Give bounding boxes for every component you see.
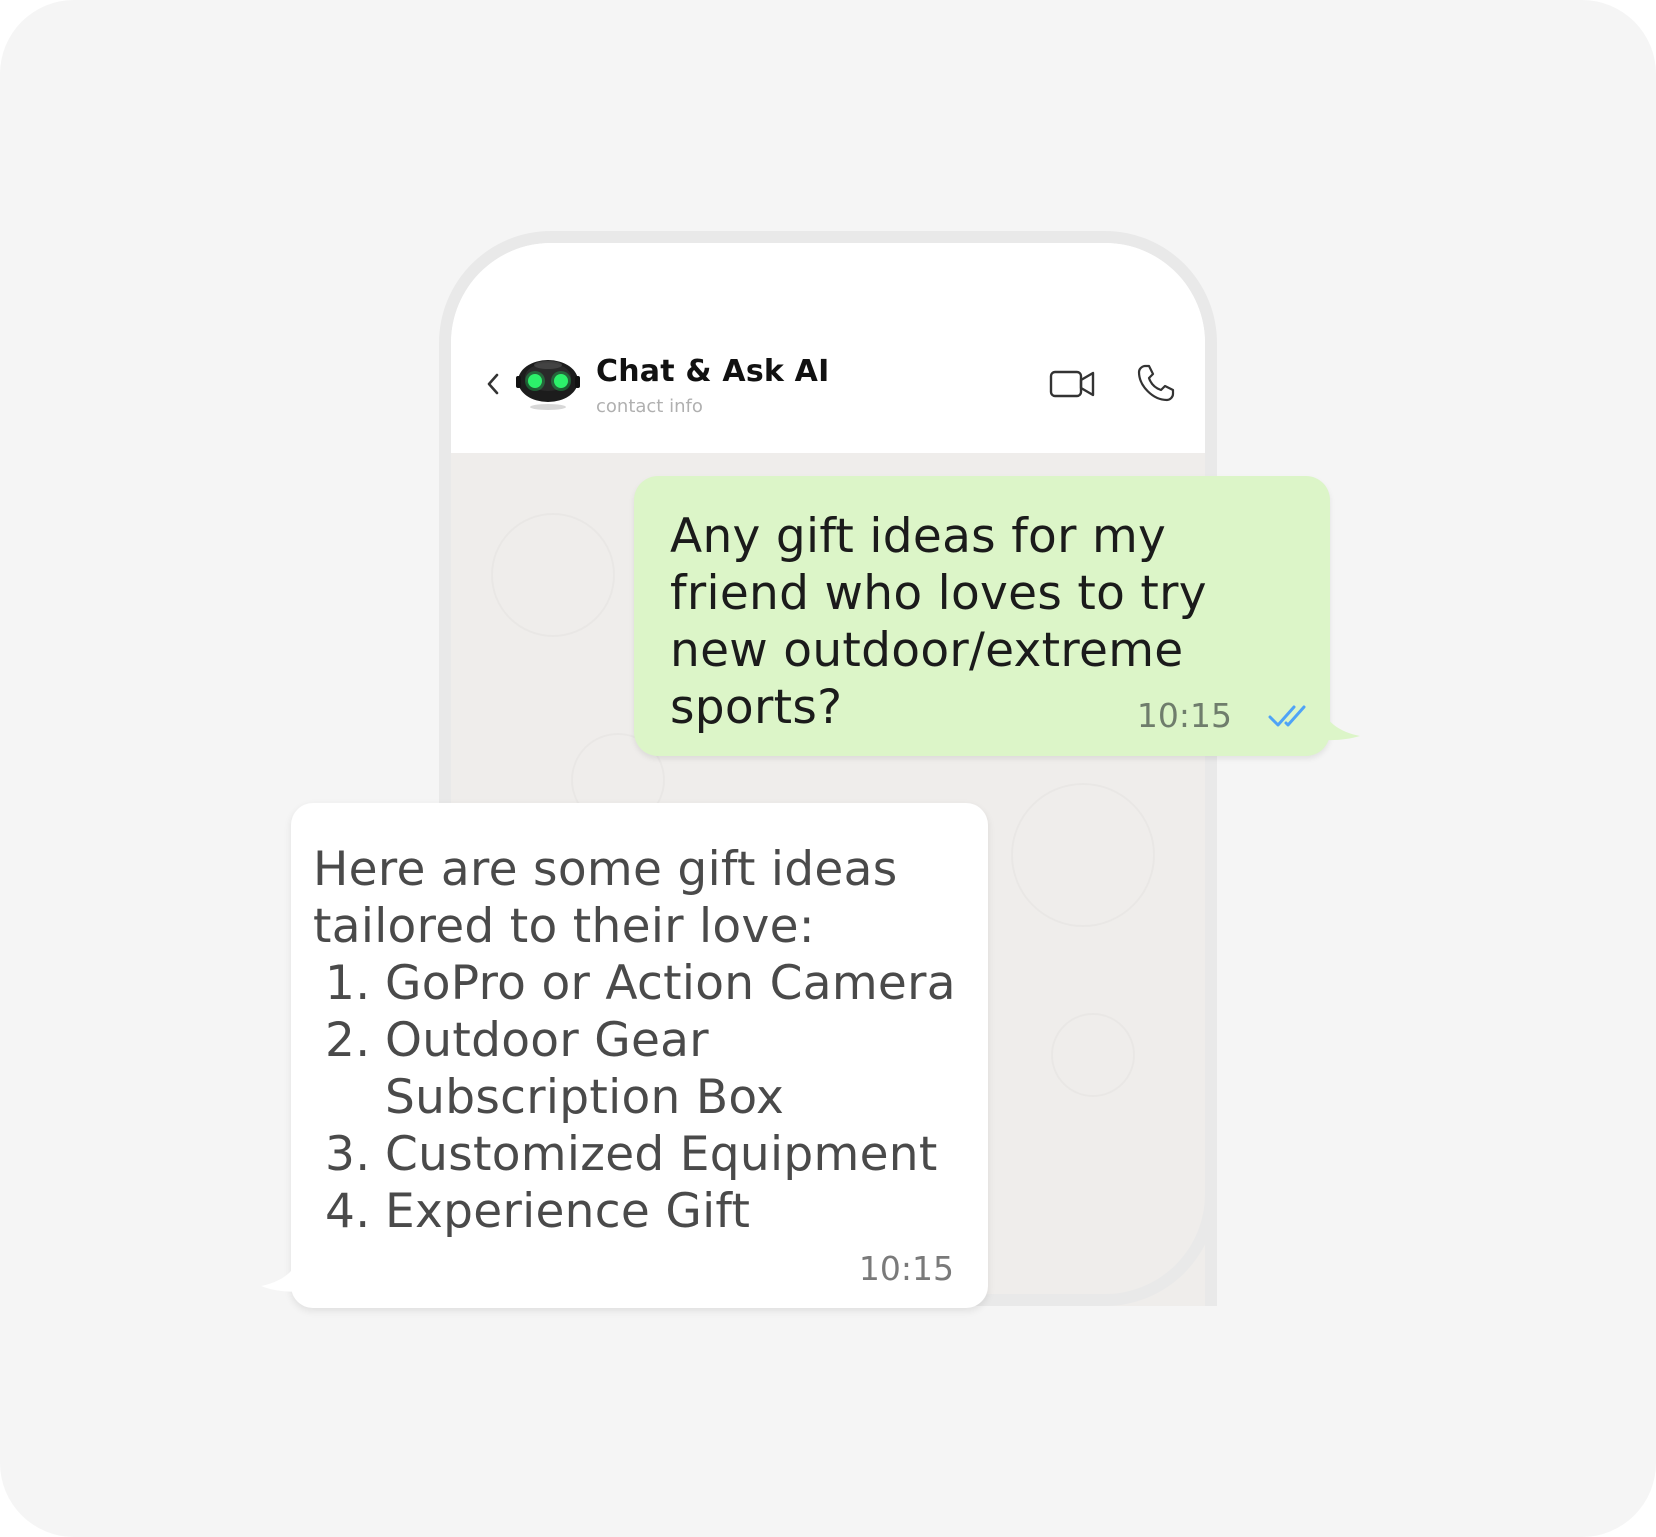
chevron-left-icon[interactable] [481, 369, 505, 399]
outgoing-message-bubble[interactable]: Any gift ideas for my friend who loves t… [634, 476, 1360, 756]
list-item-number: 4. [325, 1184, 371, 1239]
phone-icon[interactable] [1135, 362, 1177, 404]
contact-name[interactable]: Chat & Ask AI [596, 354, 829, 389]
list-item-number: 3. [325, 1127, 371, 1182]
message-timestamp: 10:15 [858, 1249, 954, 1288]
contact-info-link[interactable]: contact info [596, 396, 703, 417]
message-intro-text: Here are some gift ideas tailored to the… [313, 842, 898, 954]
incoming-message-bubble[interactable]: Here are some gift ideas tailored to the… [261, 803, 988, 1308]
list-item-text: GoPro or Action Camera [385, 956, 956, 1011]
double-check-icon [1268, 705, 1306, 727]
wallpaper-doodle [1051, 1013, 1135, 1097]
bubble-tail [261, 1250, 321, 1292]
chat-header: Chat & Ask AI contact info [451, 243, 1205, 453]
list-item: 1. GoPro or Action Camera [325, 955, 975, 1012]
gift-ideas-list: 1. GoPro or Action Camera 2. Outdoor Gea… [325, 955, 975, 1240]
list-item-text: Customized Equipment [385, 1127, 938, 1182]
wallpaper-doodle [1011, 783, 1155, 927]
list-item-number: 1. [325, 956, 371, 1011]
list-item-text: Experience Gift [385, 1184, 751, 1239]
message-timestamp: 10:15 [1136, 696, 1232, 735]
list-item: 2. Outdoor Gear Subscription Box [325, 1012, 975, 1126]
list-item: 4. Experience Gift [325, 1183, 975, 1240]
list-item: 3. Customized Equipment [325, 1126, 975, 1183]
video-camera-icon[interactable] [1049, 367, 1097, 401]
list-item-number: 2. [325, 1013, 371, 1068]
wallpaper-doodle [491, 513, 615, 637]
list-item-text: Outdoor Gear Subscription Box [385, 1013, 785, 1125]
bot-avatar[interactable] [513, 351, 583, 413]
